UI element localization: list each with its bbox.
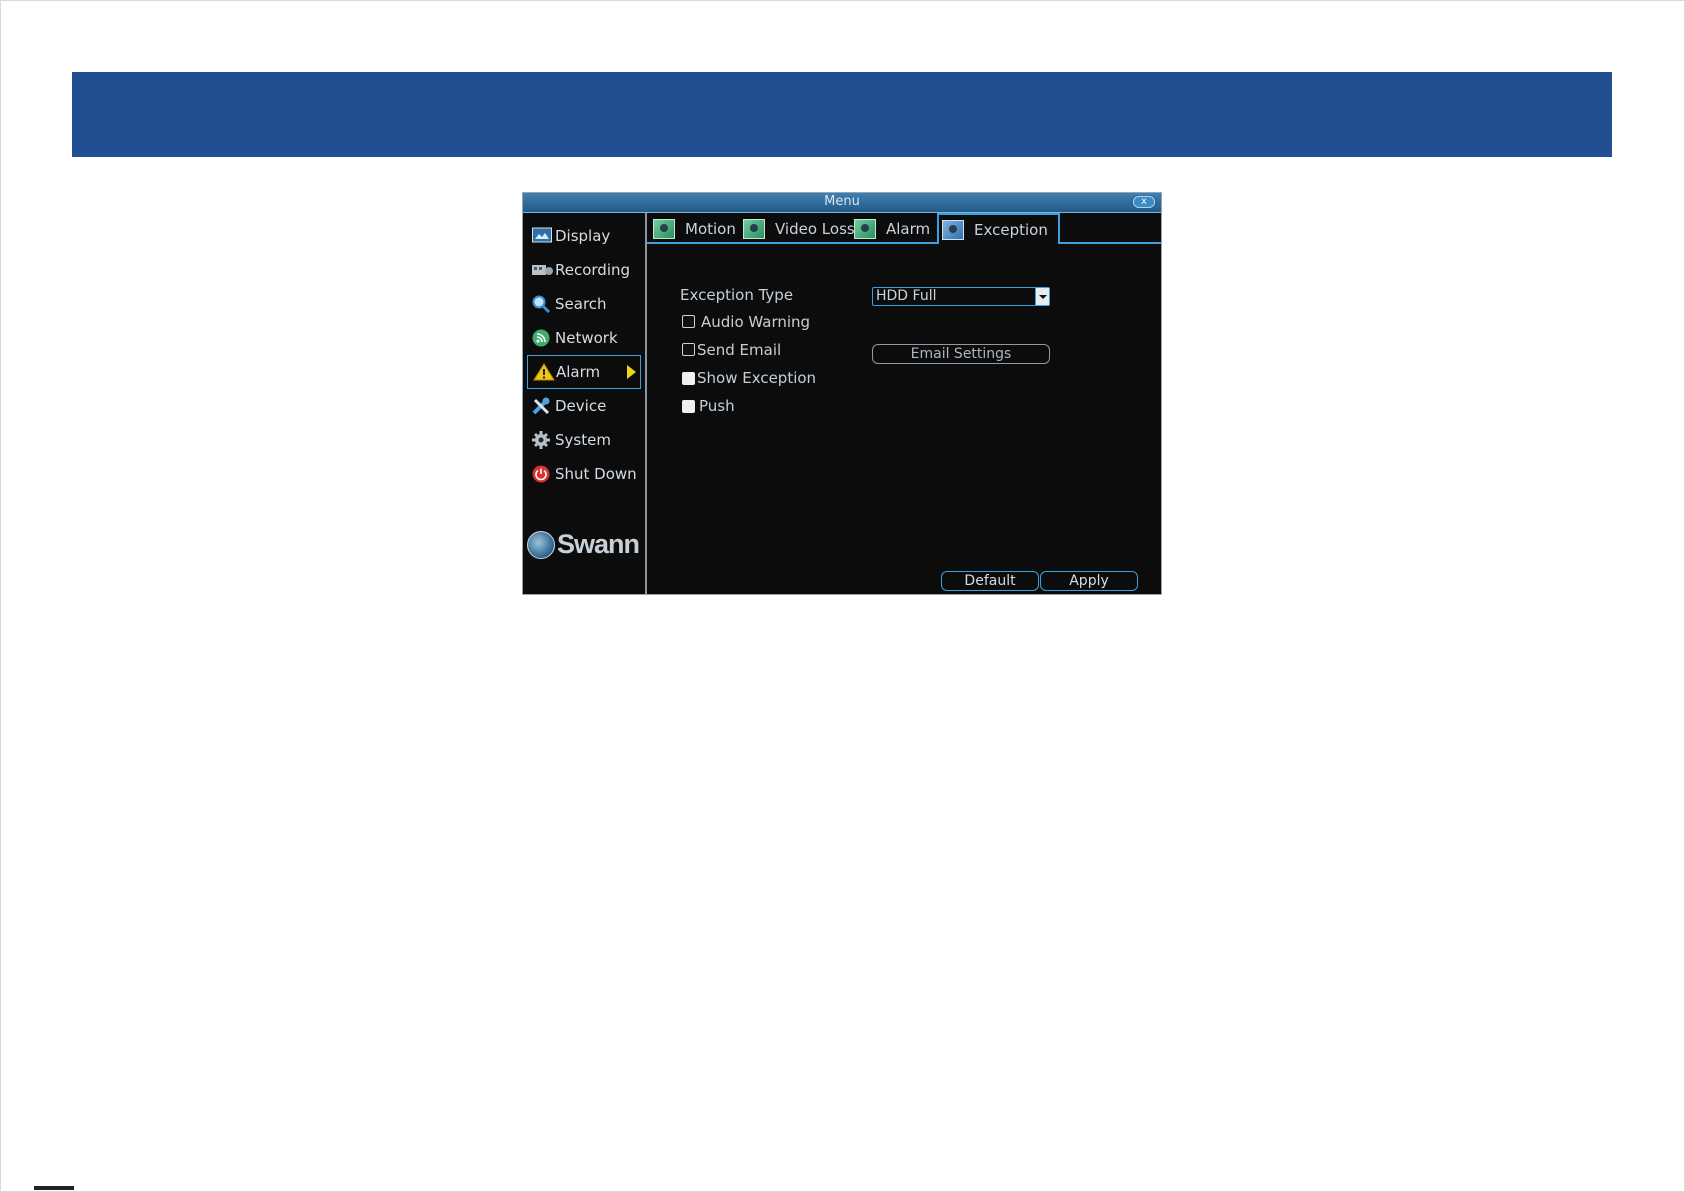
push-label: Push [699,397,735,415]
recording-icon [532,261,553,279]
camera-icon [854,218,876,239]
camera-icon [942,219,964,240]
sidebar-item-display[interactable]: Display [527,219,641,253]
sidebar-item-label: Display [555,227,611,245]
apply-button[interactable]: Apply [1040,571,1138,591]
tab-alarm[interactable]: Alarm [854,213,930,244]
sidebar-item-label: System [555,431,611,449]
tools-icon [532,397,552,415]
dvr-menu-window: Menu x Display Recording Search Network … [522,192,1162,595]
search-icon [532,295,552,314]
exception-type-select[interactable]: HDD Full [872,287,1050,306]
email-settings-button[interactable]: Email Settings [872,344,1050,364]
swann-logo: Swann [527,529,640,560]
tab-label: Alarm [886,219,931,238]
power-icon [532,465,552,483]
warning-icon [533,363,555,381]
default-button[interactable]: Default [941,571,1039,591]
title-bar: Menu x [523,193,1161,213]
sidebar: Display Recording Search Network Alarm D… [523,213,647,594]
tab-label: Motion [685,219,736,238]
sidebar-item-alarm[interactable]: Alarm [527,355,641,389]
sidebar-item-device[interactable]: Device [527,389,641,423]
page-frame [0,0,1685,1192]
sidebar-item-label: Shut Down [555,465,637,483]
sidebar-item-recording[interactable]: Recording [527,253,641,287]
tab-bar: Motion Video Loss Alarm Exception [647,213,1161,244]
send-email-label: Send Email [697,341,782,359]
tab-exception[interactable]: Exception [937,213,1060,244]
close-button[interactable]: x [1133,196,1155,208]
swann-logo-text: Swann [557,529,640,559]
exception-type-value: HDD Full [876,288,937,304]
sidebar-item-label: Network [555,329,618,347]
display-icon [532,227,552,245]
send-email-checkbox[interactable] [682,343,695,356]
sidebar-item-label: Search [555,295,607,313]
show-exception-checkbox[interactable] [682,372,695,385]
chevron-down-icon[interactable] [1035,288,1049,305]
sidebar-item-label: Recording [555,261,631,279]
sidebar-item-system[interactable]: System [527,423,641,457]
network-icon [532,329,552,347]
camera-icon [653,218,675,239]
sidebar-item-label: Device [555,397,607,415]
audio-warning-label: Audio Warning [701,313,811,331]
tab-video-loss[interactable]: Video Loss [743,213,855,244]
sidebar-item-label: Alarm [556,363,601,381]
tab-label: Exception [974,220,1048,239]
exception-type-label: Exception Type [680,286,794,304]
header-banner [72,72,1612,157]
camera-icon [743,218,765,239]
gear-icon [532,431,552,449]
tab-label: Video Loss [775,219,855,238]
audio-warning-checkbox[interactable] [682,315,695,328]
active-arrow-icon [627,365,636,379]
show-exception-label: Show Exception [697,369,817,387]
swann-logo-icon [527,530,555,559]
page-corner-mark [34,1186,74,1190]
sidebar-item-network[interactable]: Network [527,321,641,355]
tab-motion[interactable]: Motion [653,213,736,244]
sidebar-item-shut-down[interactable]: Shut Down [527,457,641,491]
sidebar-item-search[interactable]: Search [527,287,641,321]
push-checkbox[interactable] [682,400,695,413]
window-title: Menu [824,194,860,209]
